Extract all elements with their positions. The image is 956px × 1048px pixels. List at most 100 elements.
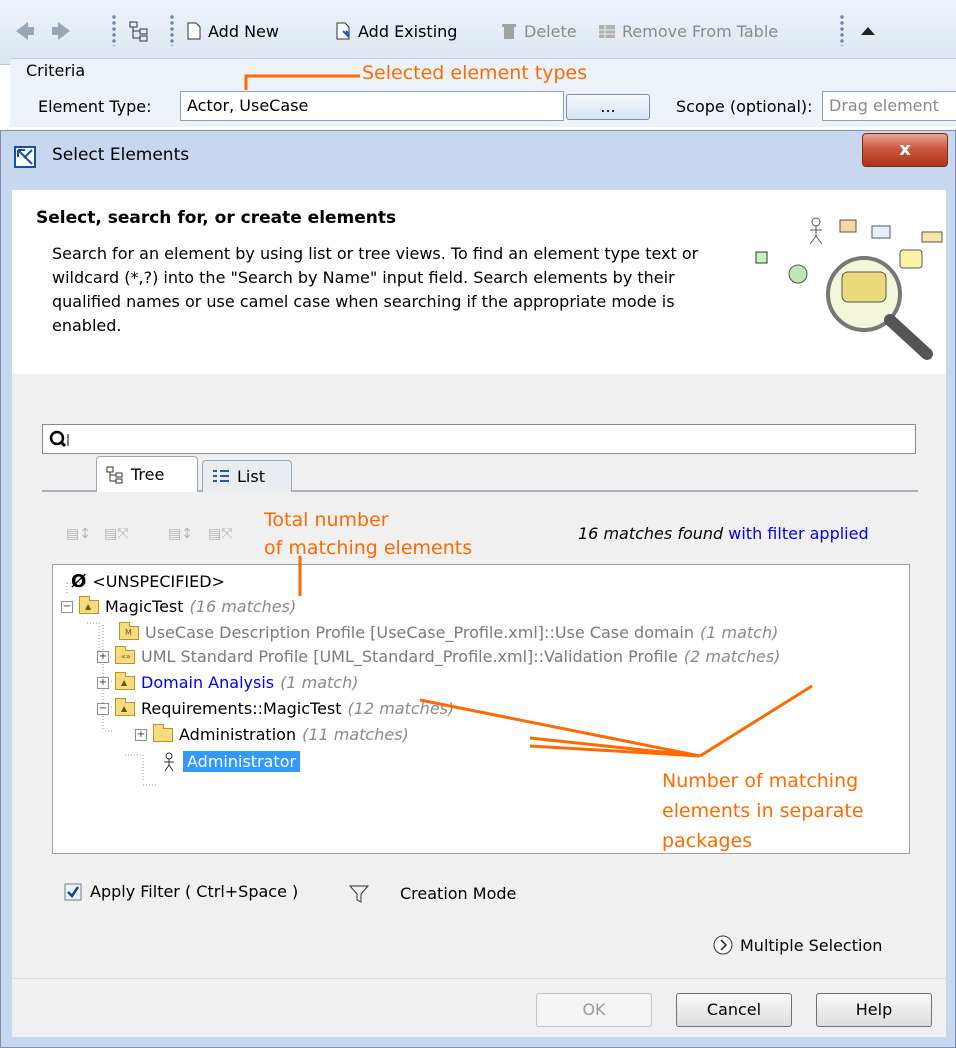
package-icon: ▲ bbox=[79, 595, 99, 614]
tree-item-label: Requirements::MagicTest bbox=[141, 699, 342, 718]
profile-package-icon: M bbox=[119, 621, 139, 640]
tree-item-usecase-profile[interactable]: M UseCase Description Profile [UseCase_P… bbox=[119, 621, 779, 642]
tree-item-unspecified[interactable]: Ø <UNSPECIFIED> bbox=[71, 571, 225, 592]
remove-table-icon bbox=[599, 25, 615, 38]
search-input[interactable] bbox=[42, 424, 916, 454]
tree-item-label: <UNSPECIFIED> bbox=[92, 572, 225, 591]
scope-field[interactable]: Drag element bbox=[822, 91, 956, 121]
element-type-label: Element Type: bbox=[38, 97, 152, 116]
chevron-right-circle-icon bbox=[713, 935, 733, 955]
collapse-all-icon[interactable]: ▤⤧ bbox=[104, 526, 128, 544]
annotation-line: of matching elements bbox=[264, 537, 473, 559]
help-button[interactable]: Help bbox=[816, 993, 932, 1027]
cancel-button[interactable]: Cancel bbox=[676, 993, 792, 1027]
dialog-titlebar: Select Elements bbox=[0, 130, 956, 182]
collapse-up-icon[interactable] bbox=[858, 14, 878, 48]
back-icon[interactable] bbox=[14, 14, 36, 48]
apply-filter-label: Apply Filter ( Ctrl+Space ) bbox=[90, 882, 299, 901]
add-existing-label: Add Existing bbox=[358, 21, 458, 41]
tree-item-label: Administration bbox=[179, 725, 297, 744]
tree-item-magictest[interactable]: − ▲ MagicTest (16 matches) bbox=[61, 595, 297, 616]
header-description: Search for an element by using list or t… bbox=[52, 244, 699, 335]
annotation-total-number: Total number of matching elements bbox=[264, 506, 472, 562]
dialog-header: Select, search for, or create elements S… bbox=[12, 190, 946, 375]
delete-label: Delete bbox=[524, 21, 577, 41]
actor-icon bbox=[164, 752, 174, 771]
tree-item-count: (2 matches) bbox=[683, 647, 781, 666]
annotation-line: elements in separate bbox=[662, 800, 864, 822]
remove-from-table-label: Remove From Table bbox=[622, 21, 779, 41]
tree-item-label: UML Standard Profile [UML_Standard_Profi… bbox=[141, 647, 678, 666]
toolbar-separator bbox=[840, 14, 844, 46]
package-icon: ▲ bbox=[115, 697, 135, 716]
creation-mode-label[interactable]: Creation Mode bbox=[400, 884, 516, 903]
package-icon: ▲ bbox=[115, 671, 135, 690]
expand-toggle-icon[interactable]: + bbox=[97, 676, 109, 689]
tree-item-domain-analysis[interactable]: + ▲ Domain Analysis (1 match) bbox=[97, 671, 359, 692]
browse-element-type-button[interactable]: ... bbox=[566, 94, 650, 120]
tree-item-count: (11 matches) bbox=[302, 725, 409, 744]
toolbar-separator bbox=[170, 14, 174, 46]
null-icon: Ø bbox=[71, 571, 87, 592]
annotation-line: Total number bbox=[264, 509, 389, 531]
tab-list-label: List bbox=[237, 467, 265, 486]
element-type-field[interactable]: Actor, UseCase bbox=[180, 91, 564, 121]
tree-item-requirements[interactable]: − ▲ Requirements::MagicTest (12 matches) bbox=[97, 697, 455, 718]
toolbar-separator bbox=[112, 14, 116, 46]
annotation-line: Number of matching bbox=[662, 770, 859, 792]
tab-list[interactable]: List bbox=[202, 460, 292, 492]
search-icon bbox=[49, 430, 69, 448]
hierarchy-icon[interactable] bbox=[128, 14, 150, 48]
apply-filter-checkbox[interactable]: Apply Filter ( Ctrl+Space ) bbox=[64, 882, 298, 901]
tab-tree-label: Tree bbox=[131, 465, 165, 484]
add-new-button[interactable]: Add New bbox=[184, 14, 279, 48]
multiple-selection-toggle[interactable]: Multiple Selection bbox=[712, 934, 882, 956]
tree-item-administrator[interactable]: Administrator bbox=[161, 751, 301, 772]
tree-item-label: MagicTest bbox=[105, 597, 184, 616]
annotation-selected-types: Selected element types bbox=[362, 62, 588, 84]
tree-icon bbox=[106, 466, 123, 483]
collapse-toggle-icon[interactable]: − bbox=[97, 702, 109, 715]
forward-icon[interactable] bbox=[50, 14, 72, 48]
collapse-toggle-icon[interactable]: − bbox=[61, 600, 73, 613]
tree-item-uml-standard-profile[interactable]: + «» UML Standard Profile [UML_Standard_… bbox=[97, 645, 781, 666]
tree-item-count: (1 match) bbox=[699, 623, 779, 642]
add-new-label: Add New bbox=[208, 21, 279, 41]
expand-selected-icon[interactable]: ▤↕ bbox=[168, 526, 193, 544]
scope-label: Scope (optional): bbox=[676, 97, 813, 116]
tree-item-count: (16 matches) bbox=[189, 597, 297, 616]
dialog-content: Tree List ▤↕ ▤⤧ ▤↕ ▤⤧ 16 matches found w… bbox=[12, 374, 946, 978]
header-title: Select, search for, or create elements bbox=[36, 208, 397, 228]
add-existing-button[interactable]: Add Existing bbox=[334, 14, 457, 48]
tab-tree[interactable]: Tree bbox=[96, 456, 198, 492]
criteria-title: Criteria bbox=[26, 61, 86, 80]
folder-icon bbox=[153, 723, 173, 742]
expand-toggle-icon[interactable]: + bbox=[97, 650, 109, 663]
expand-toggle-icon[interactable]: + bbox=[135, 728, 147, 741]
expand-all-icon[interactable]: ▤↕ bbox=[66, 526, 91, 544]
remove-from-table-button[interactable]: Remove From Table bbox=[598, 14, 778, 48]
delete-button[interactable]: Delete bbox=[500, 14, 577, 48]
tree-item-count: (12 matches) bbox=[347, 699, 455, 718]
top-toolbar: Add New Add Existing Delete Remove From … bbox=[0, 0, 956, 65]
list-icon bbox=[213, 469, 229, 482]
collapse-selected-icon[interactable]: ▤⤧ bbox=[208, 526, 232, 544]
tree-item-label: UseCase Description Profile [UseCase_Pro… bbox=[145, 623, 694, 642]
new-document-icon bbox=[187, 22, 201, 40]
matches-count: 16 matches found bbox=[578, 524, 724, 543]
filter-applied-link[interactable]: with filter applied bbox=[728, 524, 868, 543]
tree-item-administration[interactable]: + Administration (11 matches) bbox=[135, 723, 409, 744]
search-illustration-icon bbox=[755, 217, 943, 360]
tree-item-label: Domain Analysis bbox=[141, 673, 275, 692]
tree-item-label: Administrator bbox=[183, 751, 301, 772]
filter-icon[interactable] bbox=[348, 884, 370, 904]
annotation-separate-packages: Number of matching elements in separate … bbox=[662, 766, 864, 856]
dialog-button-bar: OK Cancel Help bbox=[12, 978, 946, 1037]
trash-icon bbox=[502, 24, 516, 39]
dialog-title: Select Elements bbox=[52, 145, 190, 165]
ok-button[interactable]: OK bbox=[536, 993, 652, 1027]
tree-item-count: (1 match) bbox=[280, 673, 359, 692]
matches-status: 16 matches found with filter applied bbox=[578, 524, 869, 543]
close-button[interactable]: x bbox=[862, 133, 948, 167]
profile-package-icon: «» bbox=[115, 645, 135, 664]
